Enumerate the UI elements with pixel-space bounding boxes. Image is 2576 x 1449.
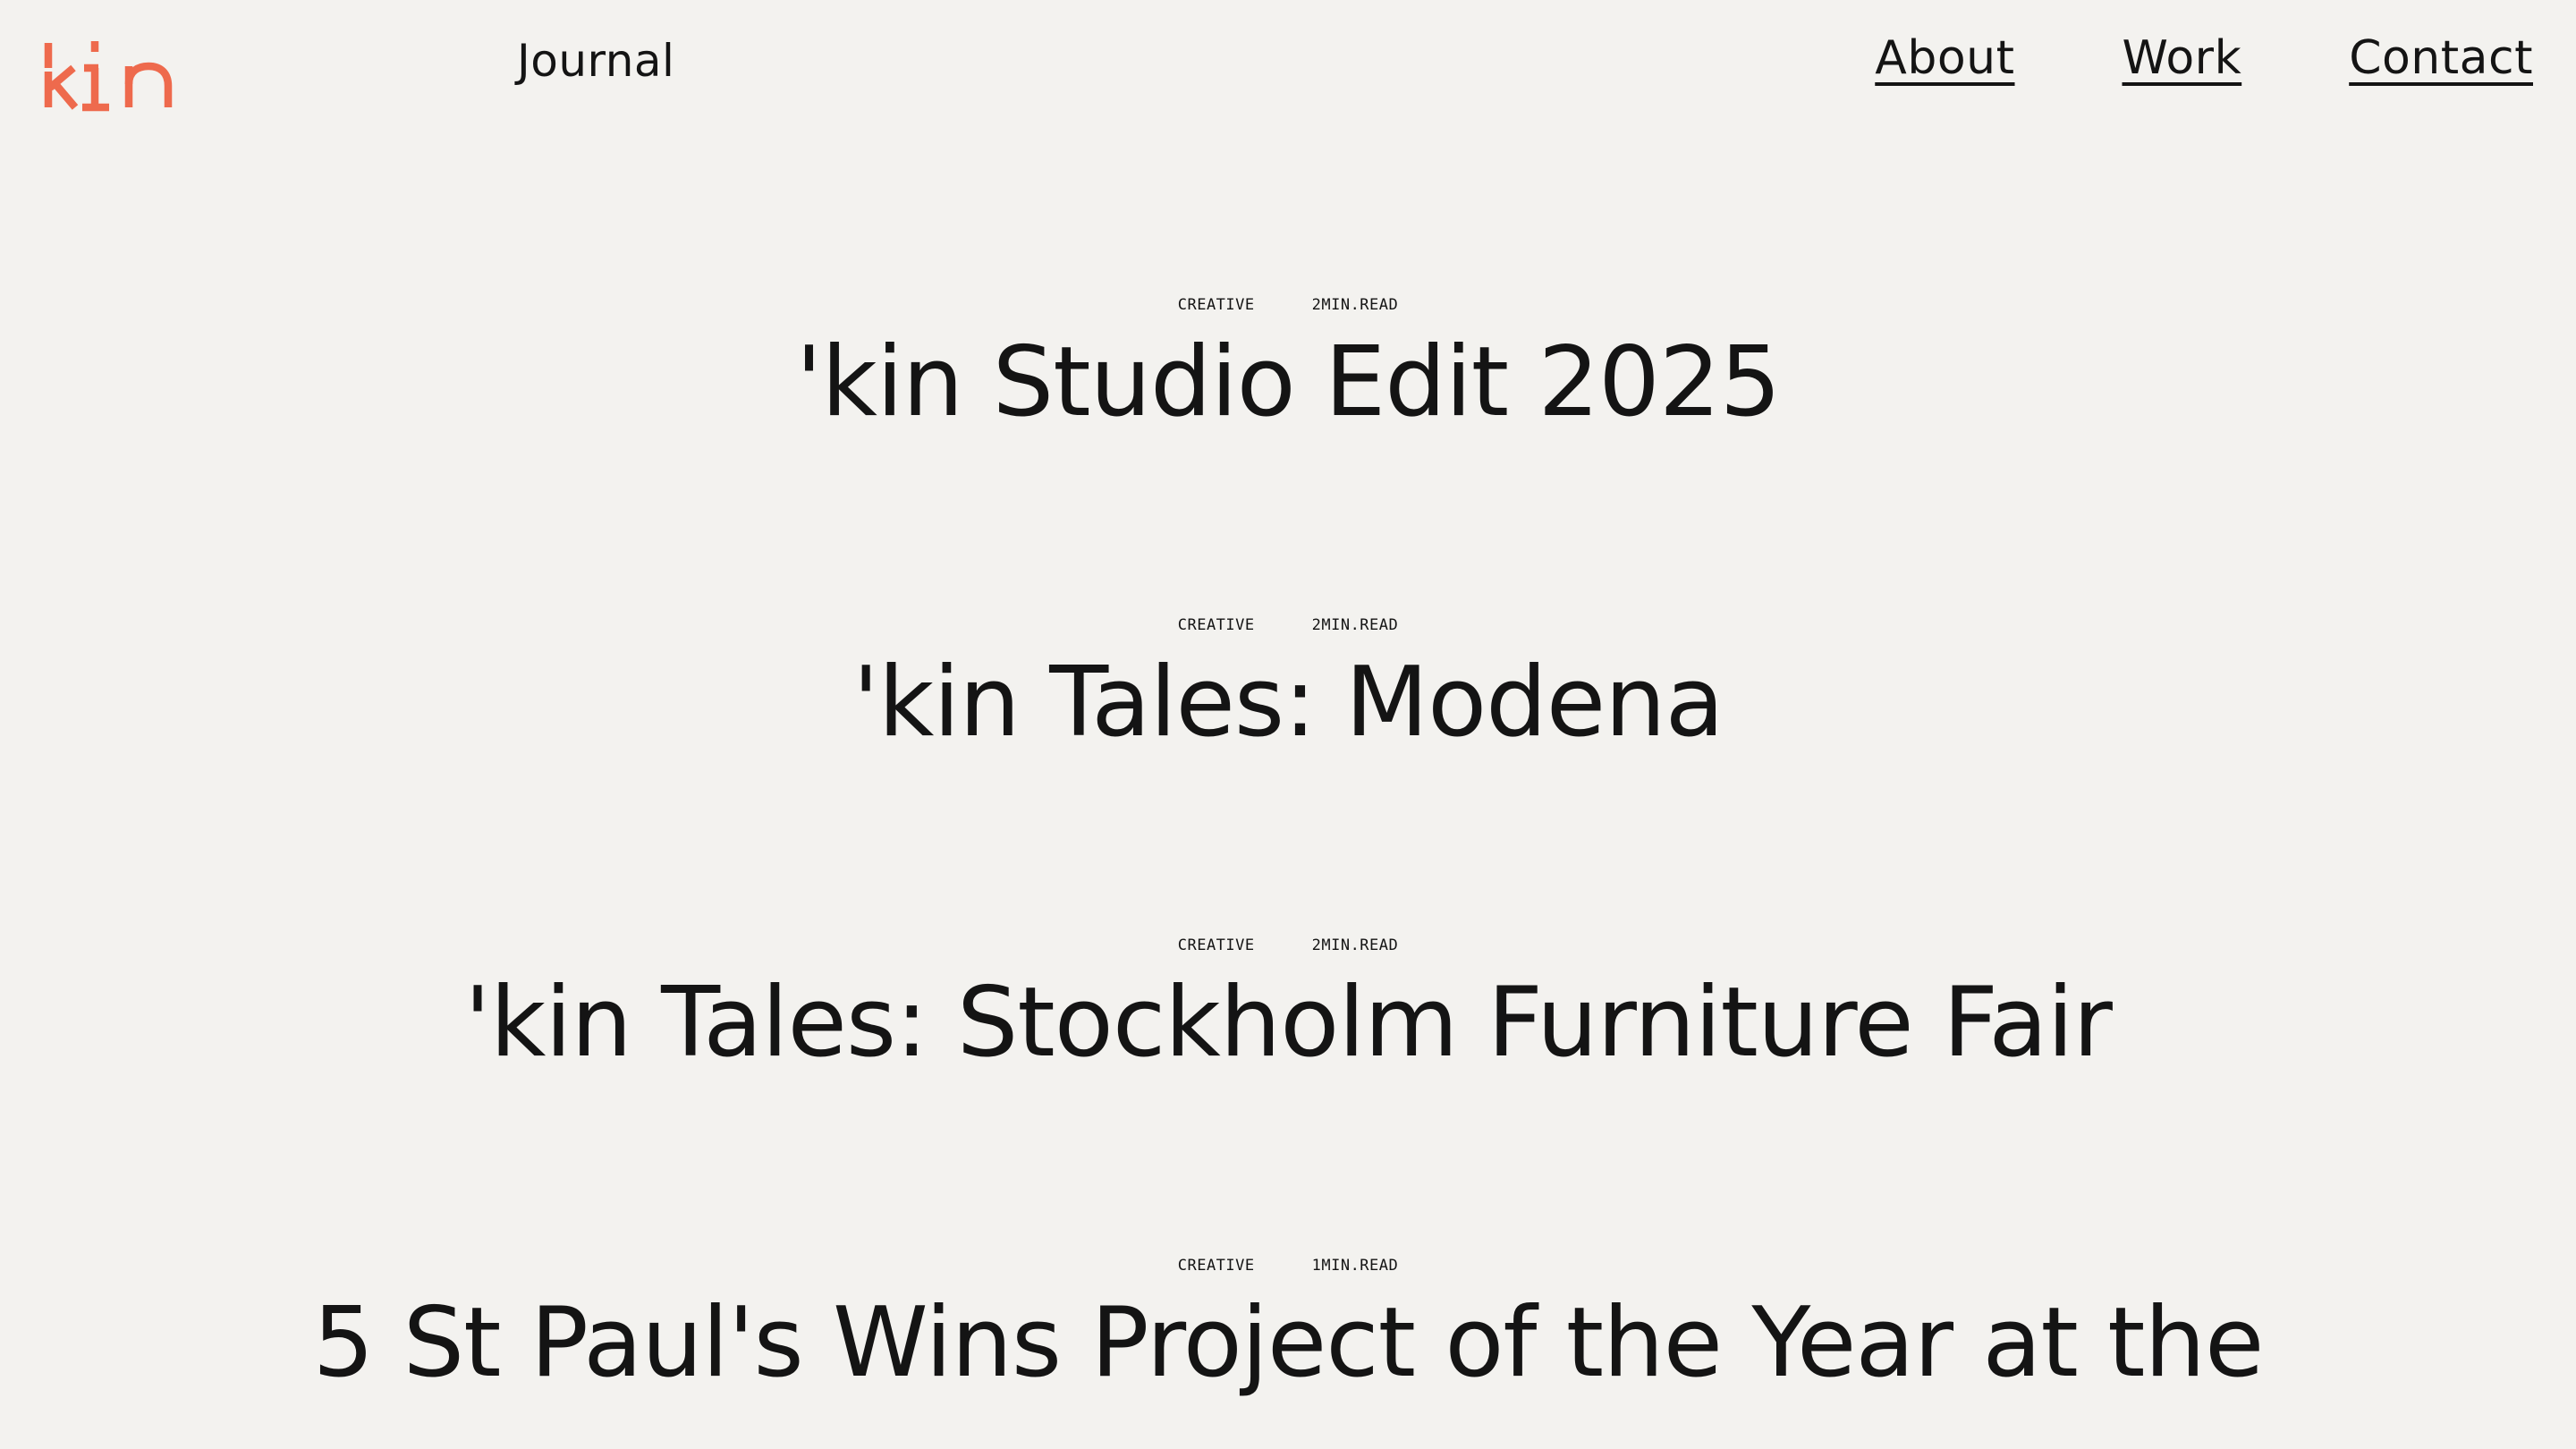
article-category: CREATIVE [1177, 296, 1255, 314]
article-item: CREATIVE 2MIN.READ 'kin Tales: Stockholm… [0, 936, 2576, 1079]
article-title-link[interactable]: 5 St Paul's Wins Project of the Year at … [313, 1287, 2265, 1399]
article-category: CREATIVE [1177, 936, 1255, 954]
kin-logo-mark [44, 41, 173, 112]
article-read-time: 1MIN.READ [1311, 1257, 1399, 1275]
article-read-time: 2MIN.READ [1311, 296, 1399, 314]
article-title-link[interactable]: 'kin Tales: Modena [852, 647, 1724, 758]
article-item: CREATIVE 2MIN.READ 'kin Tales: Modena [0, 615, 2576, 758]
journal-link[interactable]: Journal [517, 34, 674, 88]
article-meta: CREATIVE 2MIN.READ [0, 615, 2576, 635]
kin-logo[interactable] [39, 30, 191, 116]
article-meta: CREATIVE 1MIN.READ [0, 1256, 2576, 1275]
article-title: 'kin Tales: Modena [0, 648, 2576, 758]
article-title: 5 St Paul's Wins Project of the Year at … [0, 1288, 2576, 1399]
nav-work-link[interactable]: Work [2123, 30, 2242, 86]
nav-about-link[interactable]: About [1875, 30, 2014, 86]
article-item: CREATIVE 1MIN.READ 5 St Paul's Wins Proj… [0, 1256, 2576, 1399]
nav-contact-link[interactable]: Contact [2349, 30, 2533, 86]
article-title: 'kin Studio Edit 2025 [0, 327, 2576, 438]
article-title-link[interactable]: 'kin Studio Edit 2025 [796, 326, 1782, 438]
article-meta: CREATIVE 2MIN.READ [0, 295, 2576, 315]
article-read-time: 2MIN.READ [1311, 616, 1399, 634]
article-title: 'kin Tales: Stockholm Furniture Fair [0, 968, 2576, 1079]
article-title-link[interactable]: 'kin Tales: Stockholm Furniture Fair [464, 967, 2113, 1079]
article-item: CREATIVE 2MIN.READ 'kin Studio Edit 2025 [0, 295, 2576, 438]
article-read-time: 2MIN.READ [1311, 936, 1399, 954]
article-category: CREATIVE [1177, 616, 1255, 634]
main-nav: About Work Contact [1875, 30, 2533, 86]
article-category: CREATIVE [1177, 1257, 1255, 1275]
article-meta: CREATIVE 2MIN.READ [0, 936, 2576, 955]
